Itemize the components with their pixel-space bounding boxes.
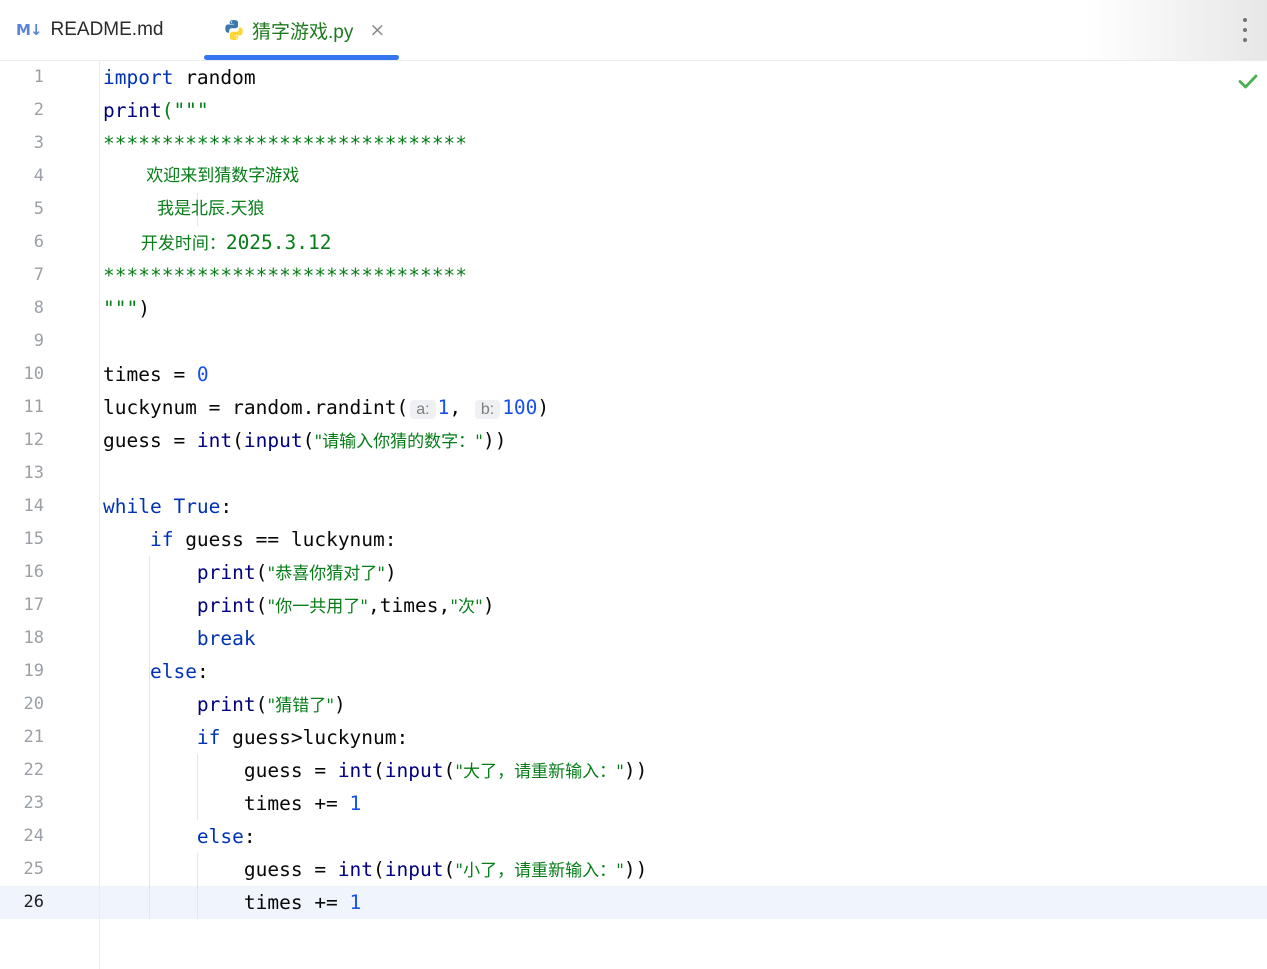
line-number: 12 (23, 430, 44, 450)
code-line: 8 """) (0, 292, 1267, 325)
code-text: 开发时间：2025.3.12 (103, 231, 332, 254)
code-line: 3 ******************************* (0, 127, 1267, 160)
code-line: 16 print("恭喜你猜对了") (0, 556, 1267, 589)
line-number: 23 (23, 793, 44, 813)
code-text: 欢迎来到猜数字游戏 (103, 166, 300, 186)
code-text: guess = int(input("请输入你猜的数字：")) (103, 429, 507, 452)
line-number: 5 (33, 199, 44, 219)
code-line: 1 import random (0, 61, 1267, 94)
param-hint-a: a: (410, 400, 436, 419)
editor-tab-bar: M↓ README.md 猜字游戏.py × (0, 0, 1267, 61)
code-text: times = 0 (103, 363, 209, 386)
code-line: 20 print("猜错了") (0, 688, 1267, 721)
code-text: if guess>luckynum: (196, 726, 409, 749)
line-number: 4 (33, 166, 44, 186)
code-line: 19 else: (0, 655, 1267, 688)
code-text: 我是北辰.天狼 (103, 199, 265, 219)
line-number: 24 (23, 826, 44, 846)
tab-readme[interactable]: M↓ README.md (16, 0, 163, 60)
code-text: ******************************* (103, 132, 467, 155)
code-text: luckynum = random.randint(a: 1, b: 100) (103, 396, 550, 419)
tab-readme-label: README.md (50, 19, 164, 40)
code-text: while True: (103, 495, 233, 518)
code-line: 18 break (0, 622, 1267, 655)
code-text: else: (149, 660, 209, 683)
line-number: 1 (33, 67, 44, 87)
param-hint-b: b: (474, 400, 501, 419)
line-number: 9 (33, 331, 44, 351)
markdown-icon: M↓ (16, 21, 42, 39)
code-text: times += 1 (103, 792, 362, 815)
code-line: 21 if guess>luckynum: (0, 721, 1267, 754)
code-line: 4 欢迎来到猜数字游戏 (0, 160, 1267, 193)
code-line: 9 (0, 325, 1267, 358)
code-line: 12 guess = int(input("请输入你猜的数字：")) (0, 424, 1267, 457)
line-number: 25 (23, 859, 44, 879)
code-text: ******************************* (103, 264, 467, 287)
line-number: 8 (33, 298, 44, 318)
code-line: 25 guess = int(input("小了，请重新输入：")) (0, 853, 1267, 886)
line-number: 19 (23, 661, 44, 681)
code-text: import random (103, 66, 256, 89)
code-text: if guess == luckynum: (149, 528, 397, 551)
code-text: print("猜错了") (196, 693, 346, 716)
code-line: 24 else: (0, 820, 1267, 853)
code-text: print(""" (103, 99, 209, 122)
line-number: 17 (23, 595, 44, 615)
code-line: 11 luckynum = random.randint(a: 1, b: 100) (0, 391, 1267, 424)
code-line: 17 print("你一共用了",times,"次") (0, 589, 1267, 622)
code-line: 23 times += 1 (0, 787, 1267, 820)
code-text: else: (196, 825, 256, 848)
line-number: 10 (23, 364, 44, 384)
tab-guess-game-py-label: 猜字游戏.py (252, 21, 354, 43)
code-line: 10 times = 0 (0, 358, 1267, 391)
tab-guess-game-py[interactable]: 猜字游戏.py × (222, 0, 385, 60)
code-text: print("恭喜你猜对了") (196, 561, 397, 584)
line-number: 15 (23, 529, 44, 549)
line-number: 16 (23, 562, 44, 582)
code-text: break (196, 627, 256, 650)
line-number: 21 (23, 727, 44, 747)
code-line: 22 guess = int(input("大了，请重新输入：")) (0, 754, 1267, 787)
line-number: 2 (33, 100, 44, 120)
code-line: 6 开发时间：2025.3.12 (0, 226, 1267, 259)
line-number: 6 (33, 232, 44, 252)
code-line: 13 (0, 457, 1267, 490)
close-tab-icon[interactable]: × (369, 20, 385, 40)
code-text: """) (103, 297, 150, 320)
code-editor[interactable]: 1 import random 2 print(""" 3 **********… (0, 61, 1267, 969)
code-text: times += 1 (103, 891, 362, 914)
line-number: 13 (23, 463, 44, 483)
python-icon (225, 20, 243, 40)
code-text: guess = int(input("小了，请重新输入：")) (103, 858, 648, 881)
code-line: 15 if guess == luckynum: (0, 523, 1267, 556)
code-text: guess = int(input("大了，请重新输入：")) (103, 759, 648, 782)
code-line: 7 ******************************* (0, 259, 1267, 292)
tab-bar-fade (1087, 0, 1267, 60)
code-line: 2 print(""" (0, 94, 1267, 127)
code-line: 14 while True: (0, 490, 1267, 523)
line-number: 14 (23, 496, 44, 516)
line-number: 22 (23, 760, 44, 780)
line-number: 7 (33, 265, 44, 285)
line-number: 3 (33, 133, 44, 153)
active-tab-indicator (204, 55, 399, 60)
code-line: 5 我是北辰.天狼 (0, 193, 1267, 226)
line-number: 11 (23, 397, 44, 417)
more-options-icon[interactable] (1241, 18, 1249, 42)
code-text: print("你一共用了",times,"次") (196, 594, 495, 617)
line-number: 18 (23, 628, 44, 648)
line-number: 20 (23, 694, 44, 714)
line-number: 26 (23, 892, 44, 912)
code-line-current: 26 times += 1 (0, 886, 1267, 919)
